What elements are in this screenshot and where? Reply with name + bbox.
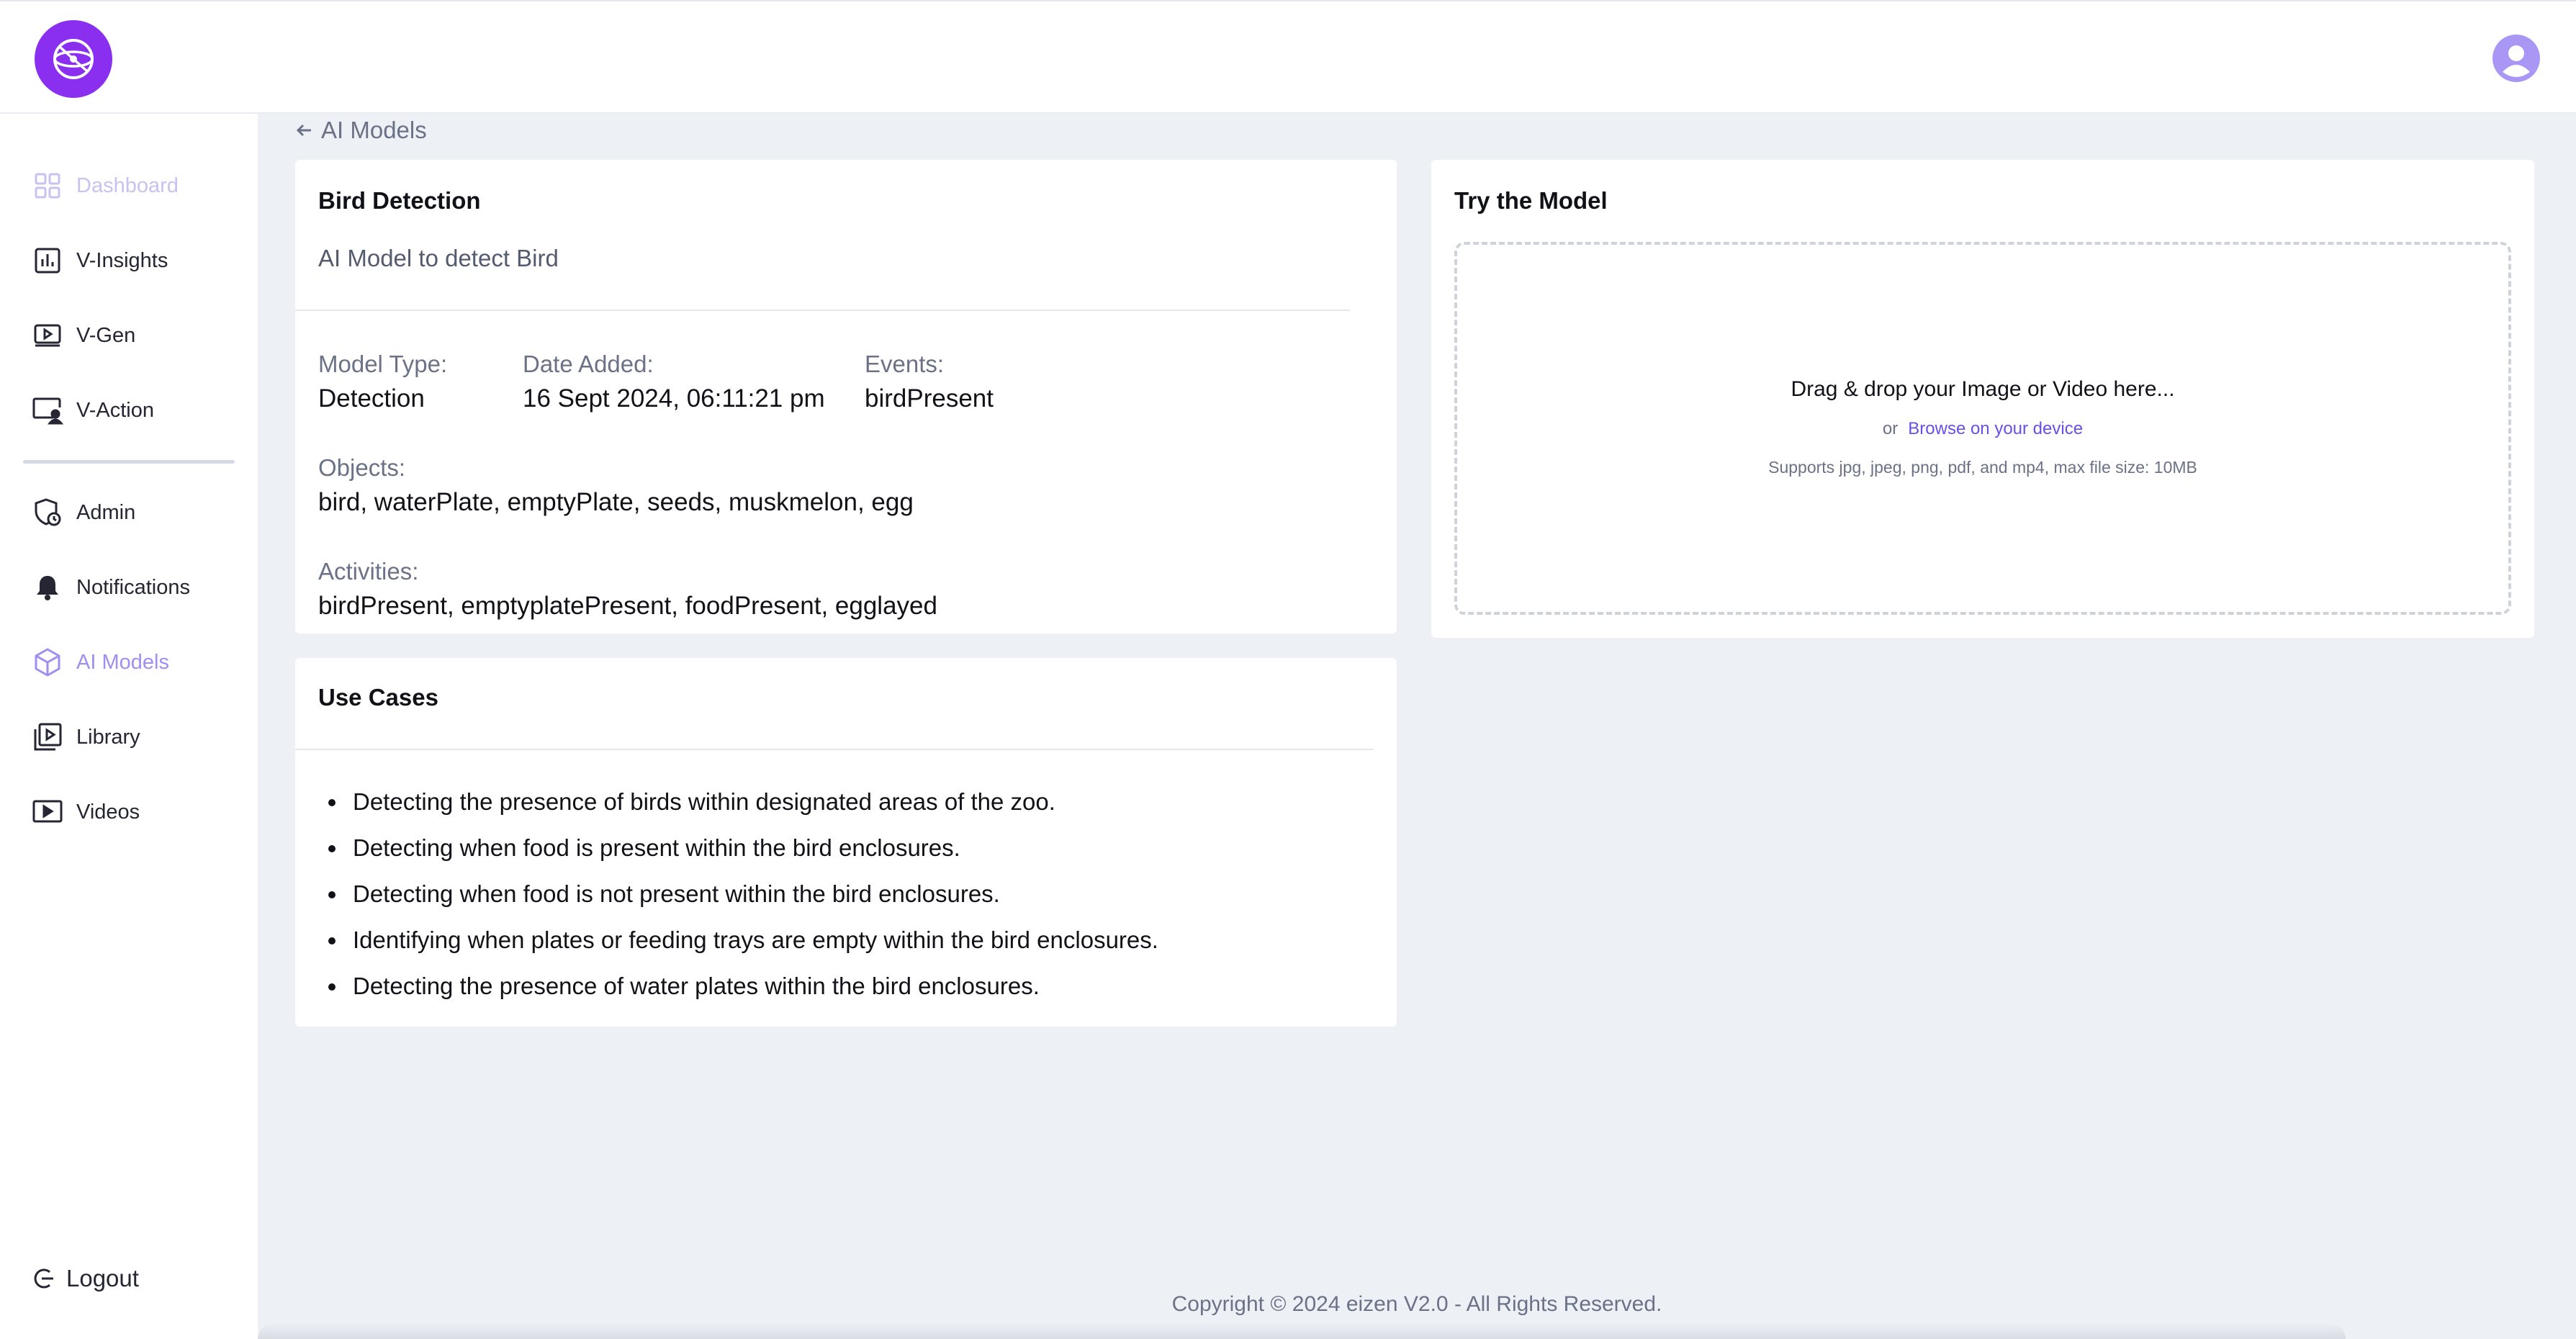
list-item: Detecting the presence of birds within d… (318, 779, 1158, 825)
logo-globe-icon (53, 39, 94, 79)
use-cases-divider (295, 749, 1374, 750)
back-to-ai-models-link[interactable]: AI Models (295, 117, 427, 144)
dropzone-text: Drag & drop your Image or Video here... (1791, 377, 2175, 401)
activities-value: birdPresent, emptyplatePresent, foodPres… (318, 592, 937, 620)
sidebar-item-v-action[interactable]: V-Action (32, 389, 240, 432)
sidebar-item-label: AI Models (76, 650, 169, 674)
sidebar-item-label: Library (76, 725, 140, 749)
list-item: Detecting when food is present within th… (318, 825, 1158, 871)
activities-label: Activities: (318, 558, 419, 585)
bell-icon (32, 572, 63, 603)
eizen-logo[interactable] (35, 20, 112, 98)
sidebar-item-dashboard[interactable]: Dashboard (32, 164, 240, 207)
objects-label: Objects: (318, 454, 406, 481)
try-model-title: Try the Model (1454, 187, 1608, 214)
arrow-left-icon (296, 124, 311, 137)
date-added-label: Date Added: (523, 351, 654, 377)
supported-formats-text: Supports jpg, jpeg, png, pdf, and mp4, m… (1768, 458, 2197, 477)
play-screen-icon (32, 320, 63, 351)
sidebar-item-v-gen[interactable]: V-Gen (32, 314, 240, 357)
sidebar-item-videos[interactable]: Videos (32, 790, 240, 834)
footer-copyright: Copyright © 2024 eizen V2.0 - All Rights… (1171, 1292, 1662, 1316)
sidebar-item-label: V-Insights (76, 248, 168, 272)
logout-icon (34, 1268, 53, 1289)
sidebar-item-label: V-Action (76, 398, 154, 422)
objects-value: bird, waterPlate, emptyPlate, seeds, mus… (318, 488, 914, 516)
sidebar-item-label: Admin (76, 500, 136, 524)
model-type-label: Model Type: (318, 351, 448, 377)
details-divider (295, 310, 1350, 311)
or-text: or (1882, 419, 1899, 438)
browse-row: or Browse on your device (1454, 419, 2511, 439)
back-link-label: AI Models (321, 117, 427, 143)
events-label: Events: (865, 351, 945, 377)
library-play-icon (32, 721, 63, 753)
sidebar: Dashboard V-Insights V-Gen V-Action Admi… (0, 114, 258, 1339)
shield-clock-icon (32, 497, 63, 528)
list-item: Detecting when food is not present withi… (318, 871, 1158, 917)
sidebar-item-notifications[interactable]: Notifications (32, 566, 240, 609)
model-details-card (295, 160, 1397, 634)
sidebar-item-label: Notifications (76, 575, 190, 599)
sidebar-item-v-insights[interactable]: V-Insights (32, 239, 240, 282)
sidebar-item-label: V-Gen (76, 323, 136, 347)
use-cases-list: Detecting the presence of birds within d… (318, 779, 1158, 1009)
model-title: Bird Detection (318, 187, 481, 214)
sidebar-item-admin[interactable]: Admin (32, 491, 240, 534)
bottom-shadow (258, 1323, 2346, 1339)
sidebar-item-ai-models[interactable]: AI Models (32, 641, 240, 684)
model-description: AI Model to detect Bird (318, 245, 559, 271)
events-value: birdPresent (865, 384, 994, 412)
logout-button[interactable]: Logout (32, 1265, 139, 1292)
user-icon (2494, 36, 2539, 81)
top-bar (0, 0, 2576, 114)
bar-chart-icon (32, 245, 63, 276)
user-avatar[interactable] (2492, 35, 2540, 82)
browse-device-link[interactable]: Browse on your device (1908, 419, 2083, 438)
sidebar-item-library[interactable]: Library (32, 716, 240, 759)
date-added-value: 16 Sept 2024, 06:11:21 pm (523, 384, 825, 412)
list-item: Identifying when plates or feeding trays… (318, 917, 1158, 963)
grid-icon (32, 170, 63, 202)
use-cases-title: Use Cases (318, 684, 438, 711)
model-type-value: Detection (318, 384, 425, 412)
sidebar-item-label: Dashboard (76, 173, 179, 197)
sidebar-divider (23, 460, 235, 464)
sidebar-item-label: Videos (76, 800, 140, 824)
cube-icon (32, 646, 63, 678)
video-play-icon (32, 796, 63, 828)
logout-label: Logout (66, 1265, 139, 1291)
monitor-user-icon (32, 395, 63, 426)
list-item: Detecting the presence of water plates w… (318, 963, 1158, 1009)
